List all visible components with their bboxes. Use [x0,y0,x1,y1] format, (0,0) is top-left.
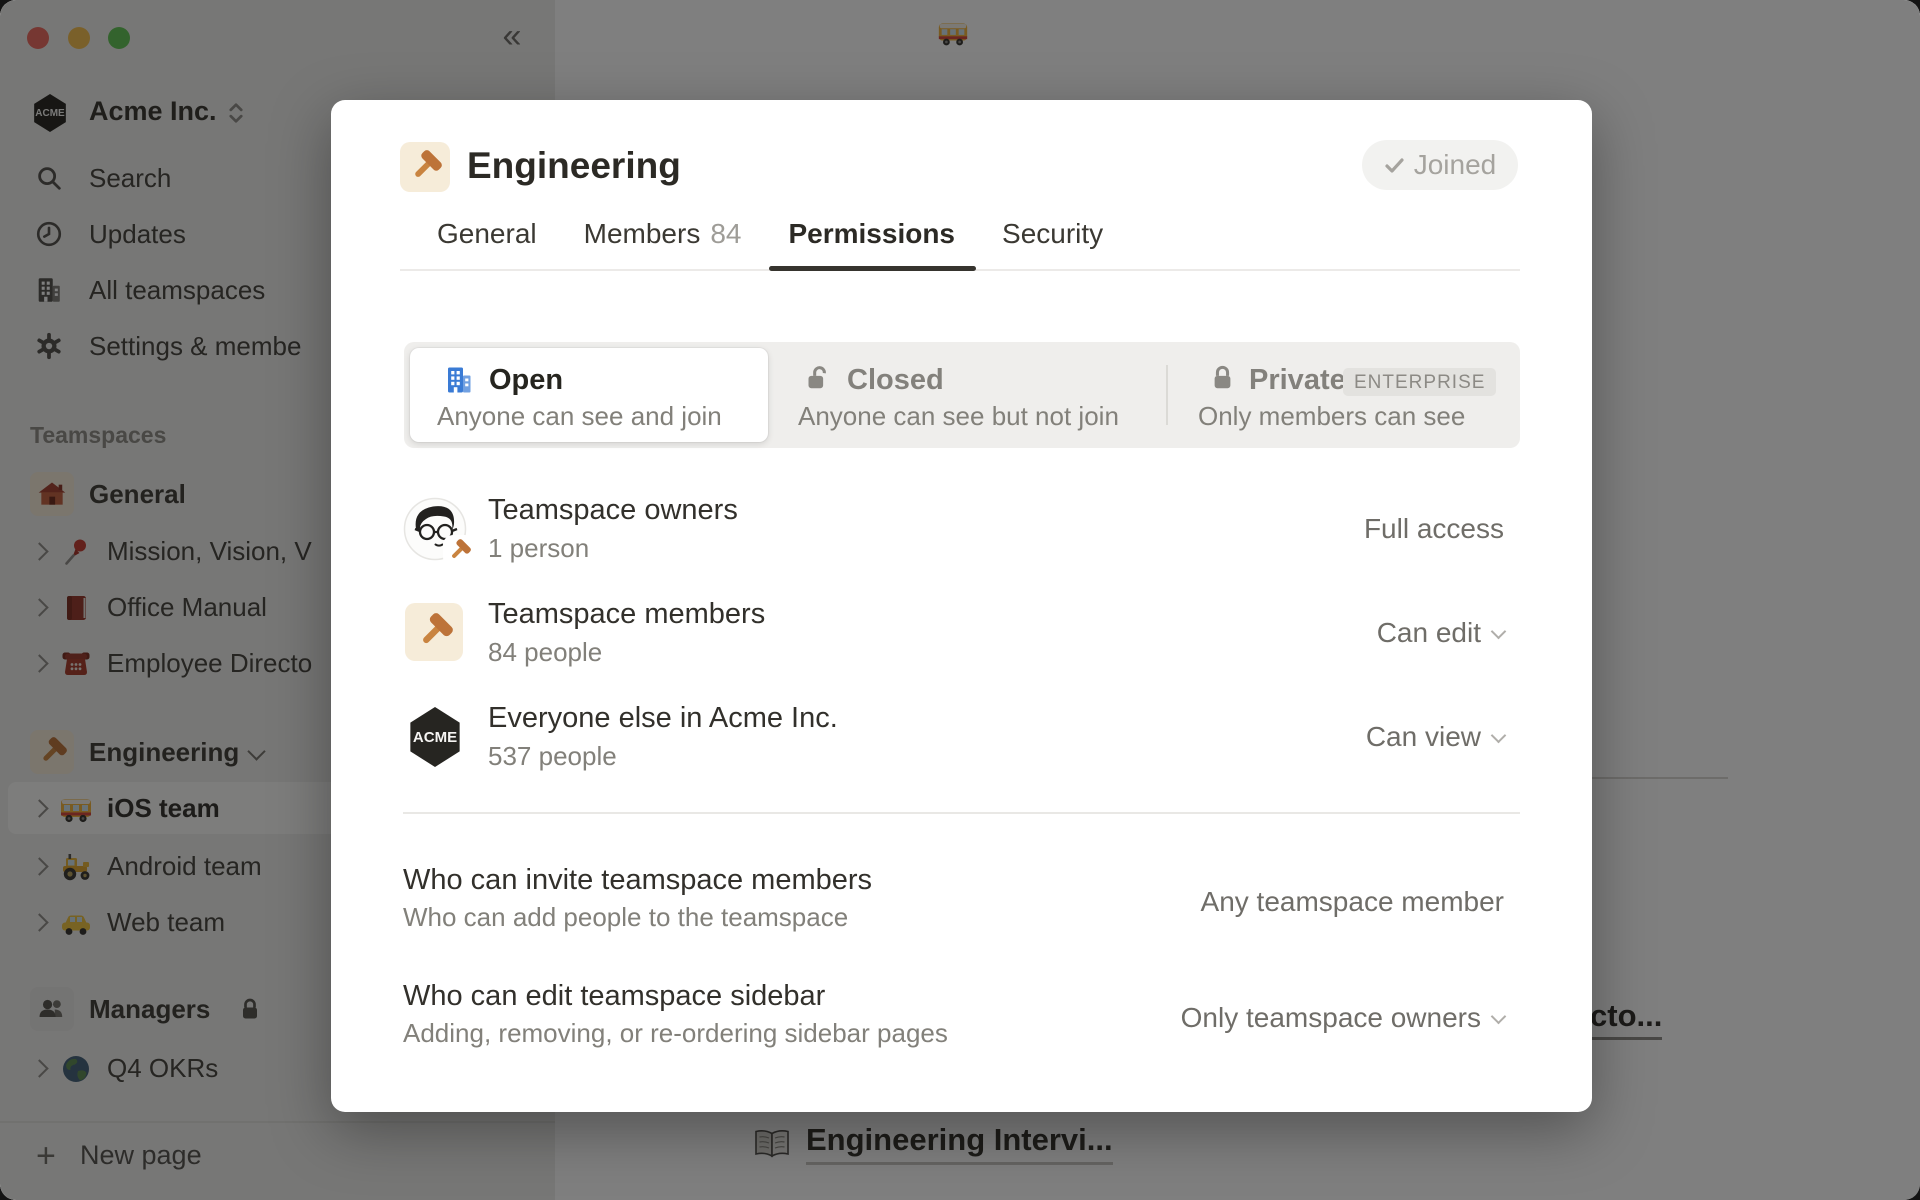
option-title: Private [1249,361,1346,399]
lock-open-icon [804,364,831,391]
option-desc: Anyone can see and join [437,400,722,432]
access-level-dropdown[interactable]: Can view [1366,693,1504,781]
segment-divider [1166,365,1168,425]
joined-badge[interactable]: Joined [1362,140,1518,190]
access-row-subtitle: 84 people [488,636,602,668]
check-icon [1384,156,1405,175]
visibility-segmented-control: Open Anyone can see and join Closed Anyo… [404,342,1520,448]
hammer-icon [415,613,453,651]
access-row-title: Teamspace owners [488,492,738,528]
chevron-down-icon [1491,1008,1507,1024]
setting-title: Who can invite teamspace members [403,862,872,898]
access-row-owners: Teamspace owners 1 person Full access [403,485,1504,573]
teamspace-settings-modal: Engineering Joined General Members84 Per… [331,100,1592,1112]
modal-divider [403,812,1520,814]
access-row-subtitle: 537 people [488,740,617,772]
members-count: 84 [710,218,741,249]
option-title: Open [489,361,563,399]
setting-row-invite: Who can invite teamspace members Who can… [403,856,1504,948]
setting-row-edit-sidebar: Who can edit teamspace sidebar Adding, r… [403,972,1504,1064]
hammer-icon [408,150,442,184]
tab-permissions[interactable]: Permissions [788,204,955,269]
lock-closed-icon [1209,364,1236,391]
option-title: Closed [847,361,944,399]
modal-teamspace-icon-tile [400,142,450,192]
access-row-subtitle: 1 person [488,532,589,564]
modal-title: Engineering [467,138,681,194]
access-level-dropdown[interactable]: Can edit [1377,589,1504,677]
hammer-badge-icon [445,537,473,565]
access-row-title: Everyone else in Acme Inc. [488,700,838,736]
setting-value-dropdown[interactable]: Only teamspace owners [1181,972,1504,1064]
setting-title: Who can edit teamspace sidebar [403,978,825,1014]
access-row-members: Teamspace members 84 people Can edit [403,589,1504,677]
owner-avatar [403,497,467,561]
setting-subtitle: Adding, removing, or re-ordering sidebar… [403,1017,948,1049]
access-level-static: Full access [1364,485,1504,573]
option-desc: Only members can see [1198,400,1465,432]
acme-logo: ACME [407,707,463,767]
building-blue-icon [443,364,475,396]
option-desc: Anyone can see but not join [798,400,1119,432]
tab-members[interactable]: Members84 [584,204,742,269]
chevron-down-icon [1491,727,1507,743]
chevron-down-icon [1491,623,1507,639]
tab-general[interactable]: General [437,204,537,269]
setting-subtitle: Who can add people to the teamspace [403,901,848,933]
enterprise-badge: ENTERPRISE [1343,368,1496,396]
modal-tabs: General Members84 Permissions Security [400,204,1520,271]
access-row-title: Teamspace members [488,596,765,632]
access-row-everyone: ACME Everyone else in Acme Inc. 537 peop… [403,693,1504,781]
app-window: « ACME Acme Inc. Search Updates All team… [0,0,1920,1200]
joined-label: Joined [1414,149,1497,181]
visibility-option-open[interactable]: Open Anyone can see and join [410,348,768,442]
setting-value-static[interactable]: Any teamspace member [1201,856,1504,948]
tab-security[interactable]: Security [1002,204,1103,269]
teamspace-icon-tile [405,603,463,661]
